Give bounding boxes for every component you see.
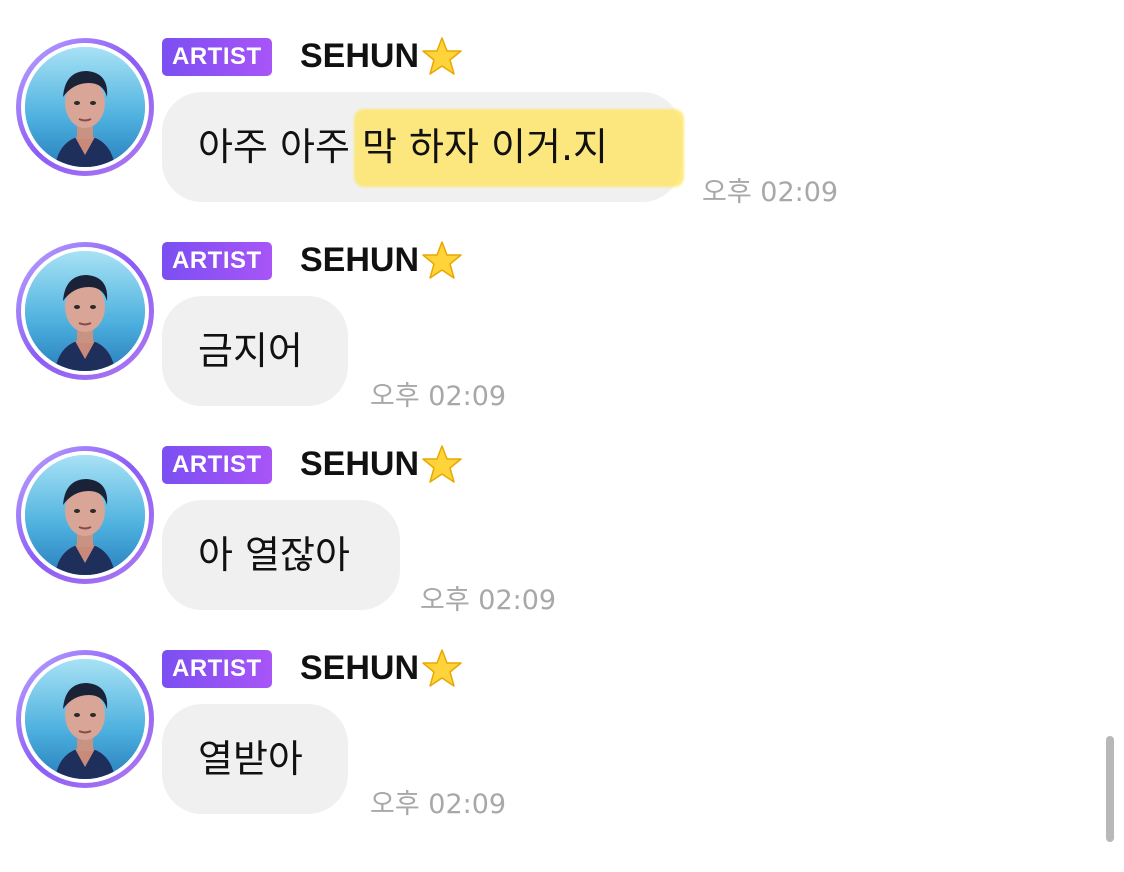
chat-message: ARTIST SEHUN 아 열잖아 오후 02:09 [0,445,1124,650]
avatar[interactable] [25,659,145,779]
scrollbar-thumb[interactable] [1106,736,1114,842]
message-bubble[interactable]: 아 열잖아 [162,500,400,610]
chat-message: ARTIST SEHUN 열받아 오후 02:09 [0,649,1124,854]
star-icon [421,35,463,77]
avatar-ring [16,242,154,380]
artist-badge: ARTIST [162,38,272,76]
avatar[interactable] [25,455,145,575]
star-icon [421,239,463,281]
sender-name: SEHUN [300,240,420,279]
chat-message: ARTIST SEHUN 금지어 오후 02:09 [0,241,1124,446]
avatar[interactable] [25,47,145,167]
star-icon [421,647,463,689]
sender-row: SEHUN [300,238,463,282]
sender-row: SEHUN [300,646,463,690]
sender-name: SEHUN [300,444,420,483]
message-bubble[interactable]: 아주 아주 막 하자 이거.지 [162,92,684,202]
message-text: 아 열잖아 [198,533,350,577]
message-text: 열받아 [198,737,303,781]
avatar-ring [16,38,154,176]
message-timestamp: 오후 02:09 [370,381,507,412]
avatar-ring [16,446,154,584]
sender-row: SEHUN [300,34,463,78]
message-timestamp: 오후 02:09 [370,789,507,820]
artist-badge: ARTIST [162,446,272,484]
star-icon [421,443,463,485]
sender-name: SEHUN [300,648,420,687]
artist-badge: ARTIST [162,242,272,280]
avatar-ring [16,650,154,788]
artist-badge: ARTIST [162,650,272,688]
avatar[interactable] [25,251,145,371]
chat-message: ARTIST SEHUN 아주 아주 막 하자 이거.지 오후 02:09 [0,37,1124,242]
message-timestamp: 오후 02:09 [702,177,839,208]
message-bubble[interactable]: 열받아 [162,704,348,814]
message-timestamp: 오후 02:09 [420,585,557,616]
sender-name: SEHUN [300,36,420,75]
message-text: 아주 아주 막 하자 이거.지 [198,125,608,169]
message-bubble[interactable]: 금지어 [162,296,348,406]
sender-row: SEHUN [300,442,463,486]
message-text: 금지어 [198,329,303,373]
